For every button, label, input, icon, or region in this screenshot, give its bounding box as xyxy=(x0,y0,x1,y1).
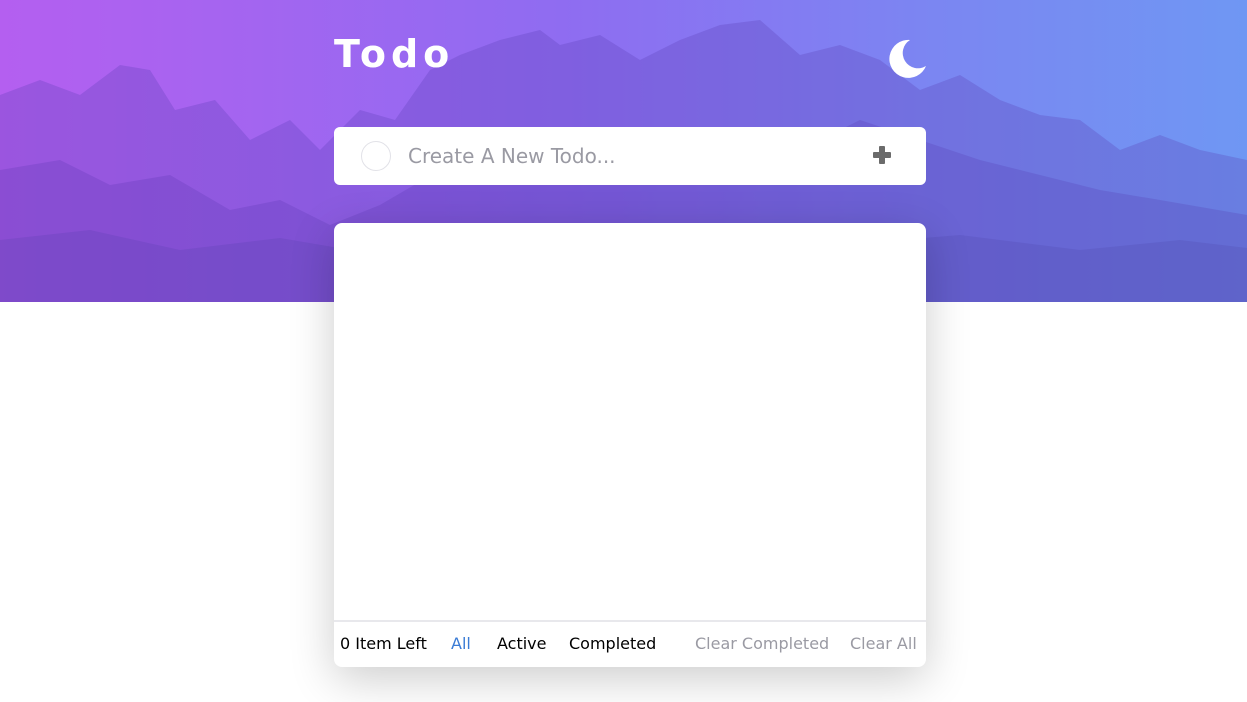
filter-active-button[interactable]: Active xyxy=(497,634,547,653)
plus-icon[interactable] xyxy=(870,143,894,167)
new-todo-input[interactable] xyxy=(408,139,838,173)
todo-list xyxy=(334,223,926,620)
items-left-count: 0 Item Left xyxy=(340,634,427,653)
filter-completed-button[interactable]: Completed xyxy=(569,634,656,653)
filter-all-button[interactable]: All xyxy=(451,634,471,653)
todo-list-card: 0 Item Left All Active Completed Clear C… xyxy=(334,223,926,667)
new-todo-bar xyxy=(334,127,926,185)
new-todo-check-circle[interactable] xyxy=(361,141,391,171)
todo-footer: 0 Item Left All Active Completed Clear C… xyxy=(334,620,926,667)
clear-all-button[interactable]: Clear All xyxy=(850,634,917,653)
clear-completed-button[interactable]: Clear Completed xyxy=(695,634,829,653)
app-title: Todo xyxy=(334,32,455,76)
moon-icon[interactable] xyxy=(884,36,928,80)
